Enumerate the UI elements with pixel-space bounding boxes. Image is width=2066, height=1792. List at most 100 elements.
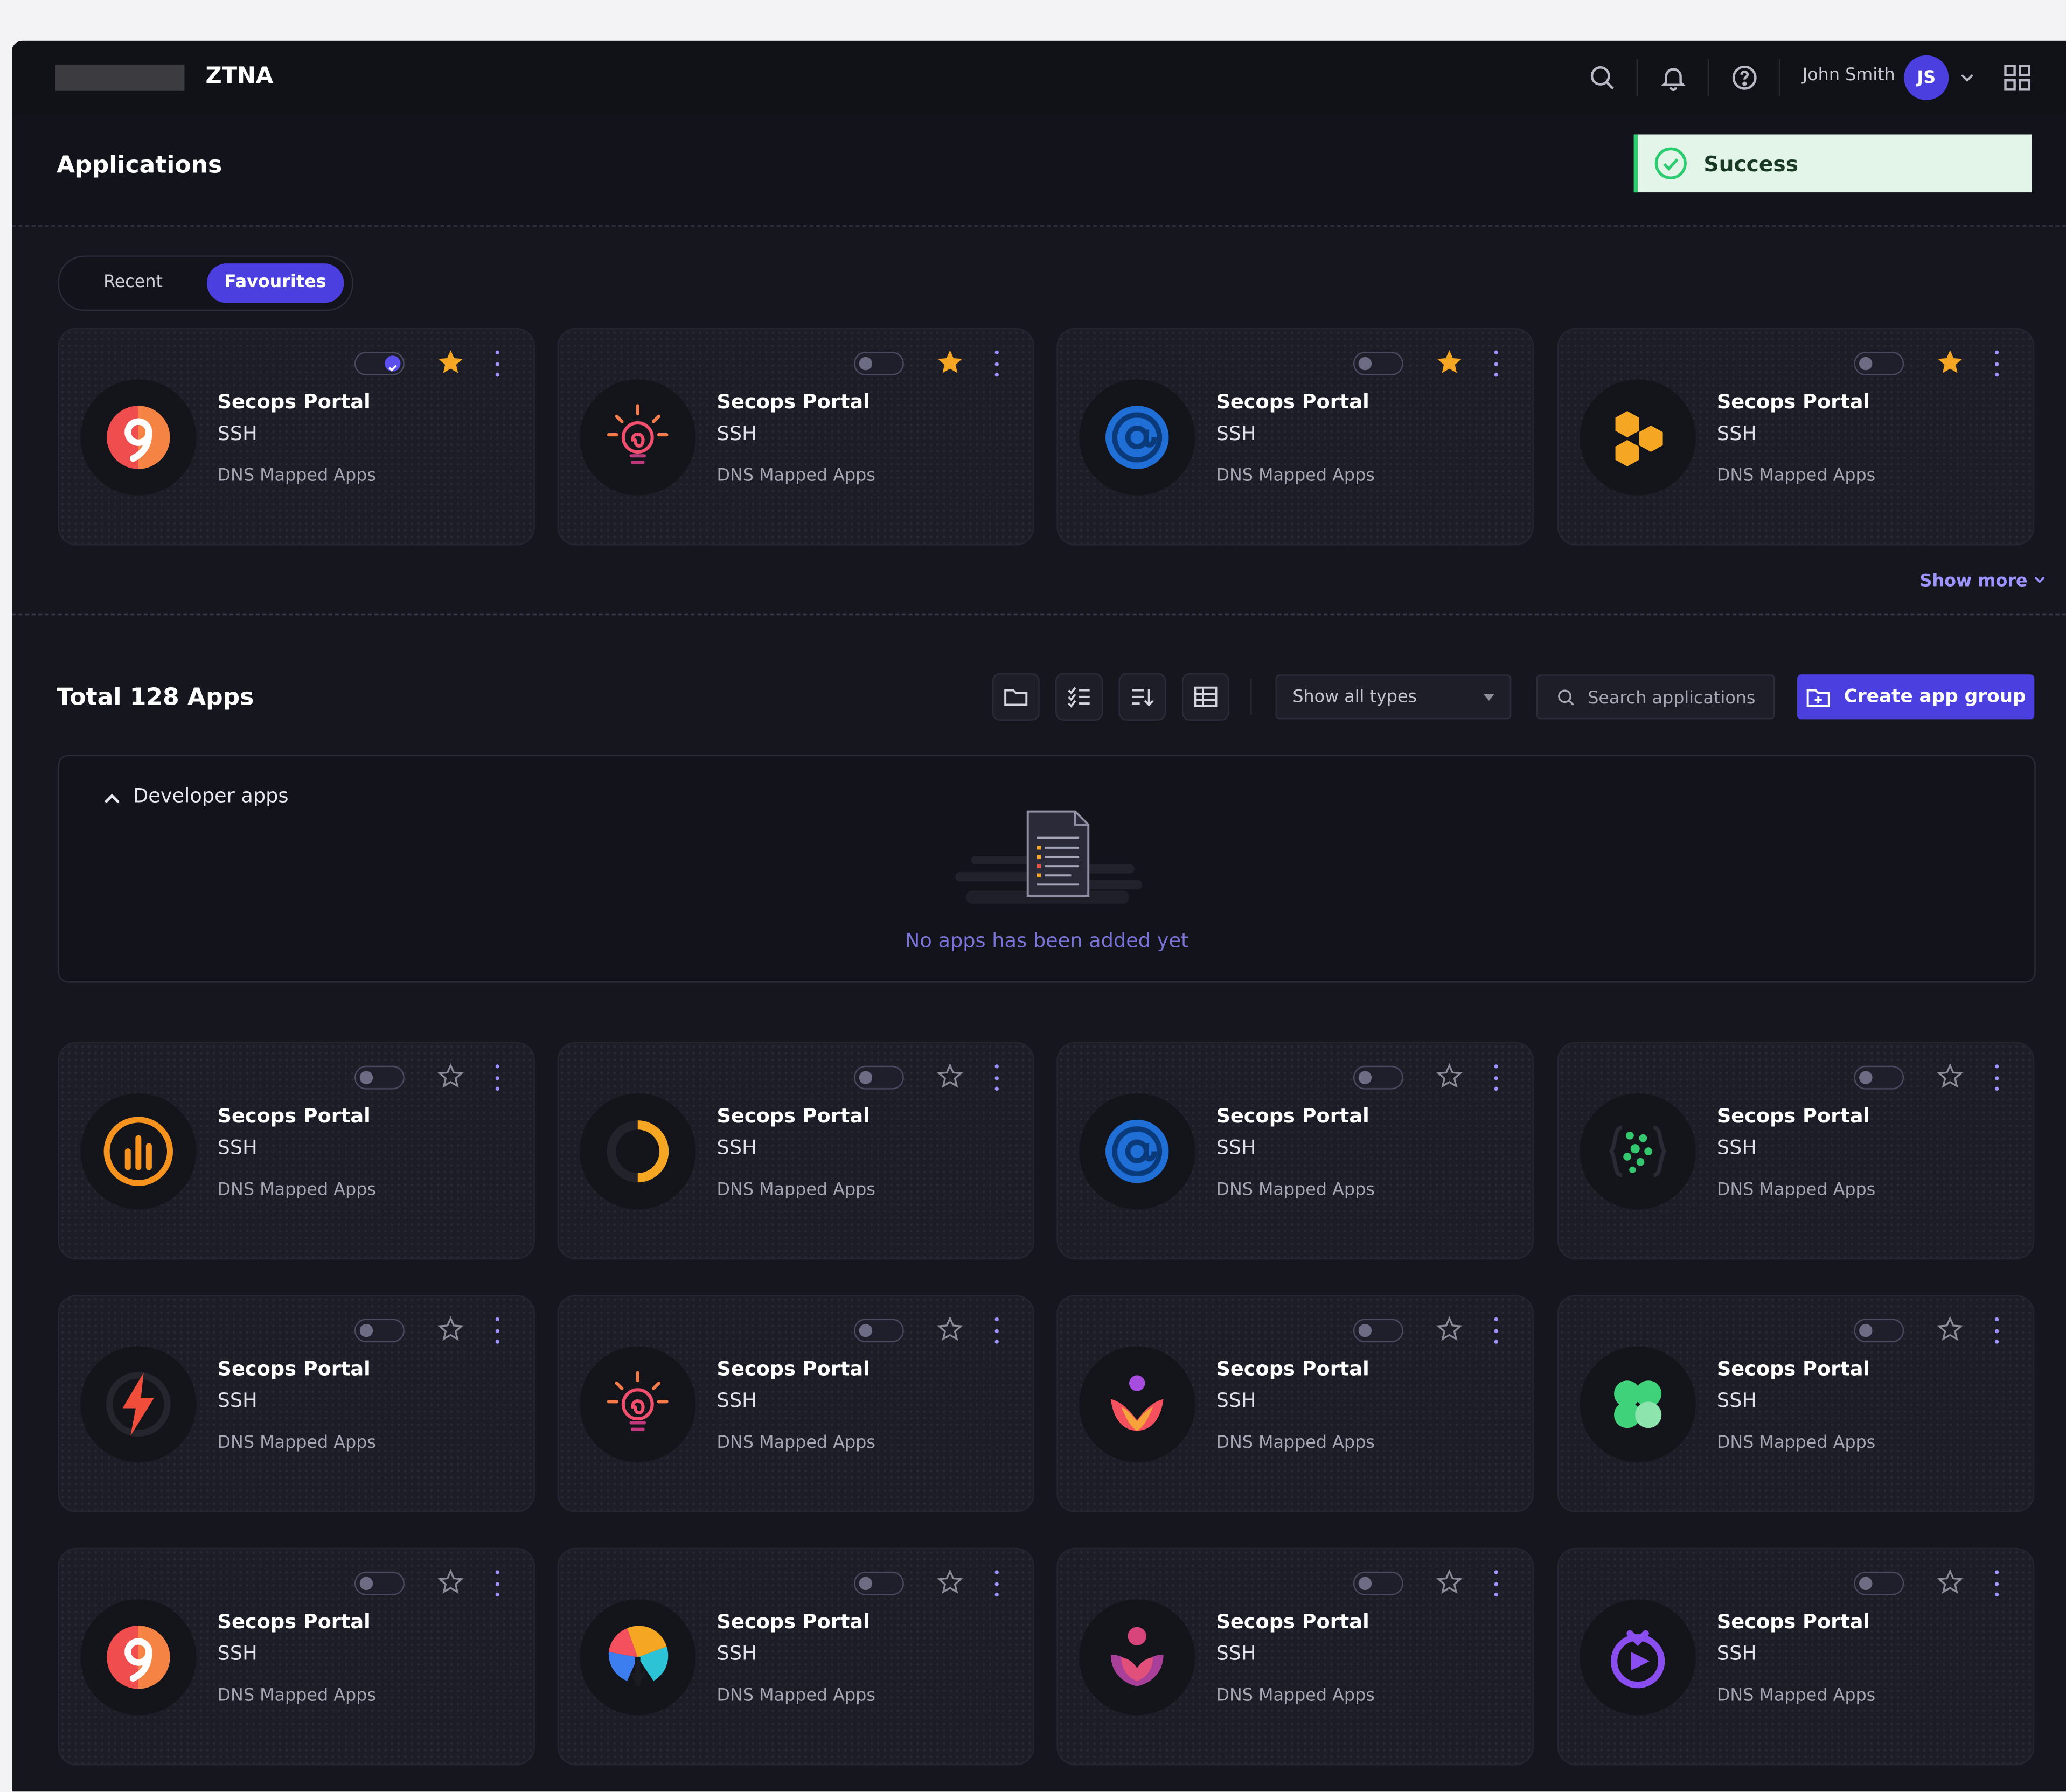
app-title: Secops Portal — [1216, 1104, 1369, 1128]
check-circle-icon — [1654, 147, 1687, 179]
app-card[interactable]: Secops Portal SSH DNS Mapped Apps — [1557, 1547, 2035, 1766]
toggle-knob — [1859, 357, 1873, 371]
more-options-icon[interactable] — [988, 1317, 1004, 1344]
checklist-view-button[interactable] — [1055, 673, 1103, 721]
app-enable-toggle[interactable] — [853, 352, 904, 376]
star-outline-icon[interactable] — [1936, 1568, 1965, 1597]
empty-document-icon — [955, 810, 1143, 904]
app-type: DNS Mapped Apps — [1716, 1433, 1876, 1453]
app-card[interactable]: Secops Portal SSH DNS Mapped Apps — [1056, 328, 1534, 546]
app-card[interactable]: Secops Portal SSH DNS Mapped Apps — [1056, 1042, 1534, 1260]
more-options-icon[interactable] — [1487, 1064, 1503, 1091]
chevron-up-icon[interactable] — [101, 788, 122, 809]
app-card[interactable]: Secops Portal SSH DNS Mapped Apps — [58, 1042, 535, 1260]
app-enable-toggle[interactable] — [853, 1065, 904, 1090]
star-outline-icon[interactable] — [1435, 1568, 1464, 1597]
app-enable-toggle[interactable] — [354, 1319, 405, 1343]
user-name[interactable]: John Smith — [1803, 66, 1895, 86]
app-enable-toggle[interactable] — [1854, 1065, 1904, 1090]
bell-icon[interactable] — [1655, 59, 1692, 96]
app-enable-toggle[interactable] — [1854, 352, 1904, 376]
star-outline-icon[interactable] — [436, 1568, 465, 1597]
sort-button[interactable] — [1118, 673, 1166, 721]
star-filled-icon[interactable] — [1435, 348, 1464, 377]
table-view-button[interactable] — [1181, 673, 1229, 721]
star-outline-icon[interactable] — [1435, 1062, 1464, 1091]
page-header: Applications Success — [12, 114, 2066, 227]
more-options-icon[interactable] — [988, 1570, 1004, 1597]
more-options-icon[interactable] — [1988, 1570, 2004, 1597]
folder-view-button[interactable] — [992, 673, 1040, 721]
help-icon[interactable] — [1726, 59, 1763, 96]
app-enable-toggle[interactable] — [1353, 1319, 1403, 1343]
app-enable-toggle[interactable] — [1353, 1571, 1403, 1595]
more-options-icon[interactable] — [1487, 350, 1503, 377]
app-type: DNS Mapped Apps — [1216, 466, 1375, 486]
chevron-down-icon[interactable] — [1957, 59, 1978, 96]
star-outline-icon[interactable] — [936, 1568, 965, 1597]
app-enable-toggle[interactable] — [354, 1571, 405, 1595]
app-card[interactable]: Secops Portal SSH DNS Mapped Apps — [557, 1042, 1034, 1260]
app-card[interactable]: Secops Portal SSH DNS Mapped Apps — [557, 328, 1034, 546]
app-title: Secops Portal — [1216, 1609, 1369, 1634]
more-options-icon[interactable] — [1988, 1064, 2004, 1091]
topbar-separator — [1778, 59, 1780, 96]
app-card[interactable]: Secops Portal SSH DNS Mapped Apps — [557, 1547, 1034, 1766]
more-options-icon[interactable] — [489, 1064, 504, 1091]
app-enable-toggle[interactable] — [1353, 1065, 1403, 1090]
search-input[interactable] — [1588, 685, 1766, 712]
app-enable-toggle[interactable] — [853, 1571, 904, 1595]
star-filled-icon[interactable] — [936, 348, 965, 377]
tab-recent[interactable]: Recent — [70, 263, 197, 303]
app-card[interactable]: Secops Portal SSH DNS Mapped Apps — [1557, 1295, 2035, 1512]
avatar[interactable]: JS — [1904, 55, 1949, 100]
star-outline-icon[interactable] — [436, 1315, 465, 1344]
tab-favourites[interactable]: Favourites — [206, 263, 344, 303]
crescent-ring-icon — [580, 1093, 696, 1210]
star-filled-icon[interactable] — [436, 348, 465, 377]
create-app-group-button[interactable]: Create app group — [1797, 674, 2035, 720]
app-name: ZTNA — [205, 63, 274, 90]
more-options-icon[interactable] — [489, 1570, 504, 1597]
more-options-icon[interactable] — [489, 1317, 504, 1344]
app-grid-icon[interactable] — [1999, 59, 2035, 96]
app-card[interactable]: Secops Portal SSH DNS Mapped Apps — [1056, 1547, 1534, 1766]
star-outline-icon[interactable] — [1936, 1315, 1965, 1344]
app-card[interactable]: Secops Portal SSH DNS Mapped Apps — [1557, 328, 2035, 546]
more-options-icon[interactable] — [1988, 1317, 2004, 1344]
app-card[interactable]: Secops Portal SSH DNS Mapped Apps — [557, 1295, 1034, 1512]
star-outline-icon[interactable] — [936, 1062, 965, 1091]
toggle-knob — [1859, 1324, 1873, 1337]
more-options-icon[interactable] — [988, 350, 1004, 377]
star-outline-icon[interactable] — [1435, 1315, 1464, 1344]
app-card[interactable]: Secops Portal SSH DNS Mapped Apps — [1557, 1042, 2035, 1260]
toggle-knob — [1358, 357, 1372, 371]
app-enable-toggle[interactable] — [354, 352, 405, 376]
app-enable-toggle[interactable] — [1854, 1571, 1904, 1595]
app-card[interactable]: Secops Portal SSH DNS Mapped Apps — [58, 1295, 535, 1512]
more-options-icon[interactable] — [1487, 1317, 1503, 1344]
more-options-icon[interactable] — [988, 1064, 1004, 1091]
group-title[interactable]: Developer apps — [133, 784, 289, 807]
app-enable-toggle[interactable] — [354, 1065, 405, 1090]
star-outline-icon[interactable] — [936, 1315, 965, 1344]
star-filled-icon[interactable] — [1936, 348, 1965, 377]
star-outline-icon[interactable] — [436, 1062, 465, 1091]
table-icon — [1194, 686, 1218, 707]
app-enable-toggle[interactable] — [853, 1319, 904, 1343]
search-icon[interactable] — [1584, 59, 1620, 96]
type-filter-select[interactable]: Show all types — [1275, 674, 1512, 720]
toggle-knob — [1859, 1071, 1873, 1084]
app-card[interactable]: Secops Portal SSH DNS Mapped Apps — [1056, 1295, 1534, 1512]
app-enable-toggle[interactable] — [1353, 352, 1403, 376]
success-toast: Success — [1633, 134, 2032, 193]
app-card[interactable]: Secops Portal SSH DNS Mapped Apps — [58, 328, 535, 546]
more-options-icon[interactable] — [1988, 350, 2004, 377]
app-type: DNS Mapped Apps — [1216, 1180, 1375, 1201]
app-enable-toggle[interactable] — [1854, 1319, 1904, 1343]
app-card[interactable]: Secops Portal SSH DNS Mapped Apps — [58, 1547, 535, 1766]
show-more-link[interactable]: Show more — [1920, 571, 2047, 591]
more-options-icon[interactable] — [489, 350, 504, 377]
more-options-icon[interactable] — [1487, 1570, 1503, 1597]
star-outline-icon[interactable] — [1936, 1062, 1965, 1091]
